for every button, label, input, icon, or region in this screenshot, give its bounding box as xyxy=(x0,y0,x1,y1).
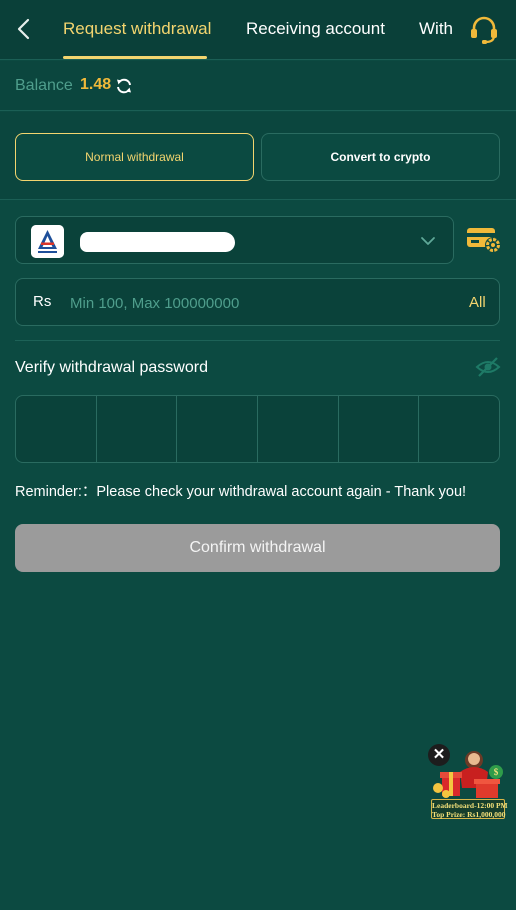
promo-line-2: Top Prize: Rs1,000,000 xyxy=(432,810,506,819)
tab-withdrawal-history[interactable]: With xyxy=(419,19,453,39)
tab-receiving-account[interactable]: Receiving account xyxy=(246,19,385,39)
card-settings-icon[interactable] xyxy=(466,224,502,254)
headset-icon[interactable] xyxy=(468,14,500,46)
active-tab-indicator xyxy=(63,56,207,59)
promo-line-1: Leaderboard-12:00 PM xyxy=(432,801,508,810)
chevron-left-icon[interactable] xyxy=(14,16,34,42)
account-select[interactable] xyxy=(15,216,454,264)
masked-account-number xyxy=(80,232,235,252)
svg-text:$: $ xyxy=(494,767,499,777)
pin-digit-1[interactable] xyxy=(16,396,97,462)
chevron-down-icon[interactable] xyxy=(420,233,436,249)
close-icon[interactable]: ✕ xyxy=(428,744,450,766)
confirm-withdrawal-button[interactable]: Confirm withdrawal xyxy=(15,524,500,572)
normal-withdrawal-button[interactable]: Normal withdrawal xyxy=(15,133,254,181)
balance-value: 1.48 xyxy=(80,76,112,93)
top-nav: Request withdrawal Receiving account Wit… xyxy=(0,0,516,60)
convert-to-crypto-button[interactable]: Convert to crypto xyxy=(261,133,500,181)
promo-banner: Leaderboard-12:00 PM Top Prize: Rs1,000,… xyxy=(431,799,508,819)
pin-digit-6[interactable] xyxy=(419,396,499,462)
tab-request-withdrawal[interactable]: Request withdrawal xyxy=(63,19,211,39)
divider xyxy=(15,340,500,341)
currency-label: Rs xyxy=(33,293,52,310)
amount-field: Rs All xyxy=(15,278,500,326)
eye-off-icon[interactable] xyxy=(475,356,501,378)
password-pin-input[interactable] xyxy=(15,395,500,463)
bank-logo-icon xyxy=(31,225,64,258)
balance-label: Balance xyxy=(15,77,73,94)
withdrawal-mode-section: Normal withdrawal Convert to crypto xyxy=(0,112,516,200)
pin-digit-5[interactable] xyxy=(339,396,420,462)
refresh-icon[interactable] xyxy=(115,77,133,95)
balance-row: Balance 1.48 xyxy=(0,61,516,111)
reminder-text: Reminder:：Please check your withdrawal a… xyxy=(15,484,467,500)
pin-digit-4[interactable] xyxy=(258,396,339,462)
all-amount-button[interactable]: All xyxy=(469,294,486,311)
amount-input[interactable] xyxy=(68,291,428,315)
leaderboard-promo[interactable]: $ ✕ Leaderboard-12:00 PM Top Prize: Rs1,… xyxy=(426,742,508,820)
pin-digit-2[interactable] xyxy=(97,396,178,462)
pin-digit-3[interactable] xyxy=(177,396,259,462)
password-label: Verify withdrawal password xyxy=(15,359,208,376)
